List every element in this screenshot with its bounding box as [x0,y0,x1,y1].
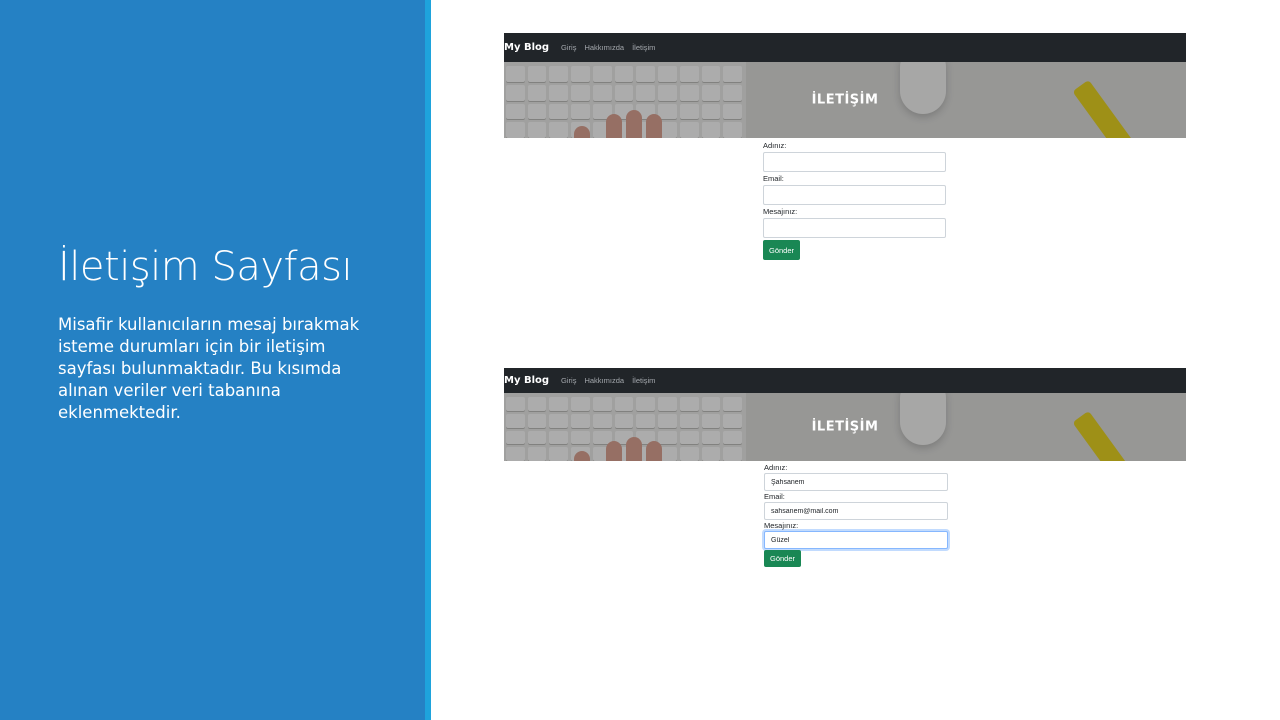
brand-logo[interactable]: My Blog [504,42,549,53]
hero-title: İLETİŞİM [811,92,879,108]
name-input[interactable] [763,152,946,172]
submit-button[interactable]: Gönder [763,240,801,260]
nav-link-hakkimizda[interactable]: Hakkımızda [584,43,624,52]
contact-page-screenshot-empty: My Blog Giriş Hakkımızda İletişim İLETİŞ… [504,33,1186,263]
nav-link-hakkimizda[interactable]: Hakkımızda [584,376,624,385]
nav-link-giris[interactable]: Giriş [561,376,576,385]
hero-title: İLETİŞİM [811,419,879,435]
nav-link-iletisim[interactable]: İletişim [632,376,655,385]
contact-form: Adınız: Email: Mesajınız: Gönder [764,463,948,567]
email-input[interactable] [764,502,948,520]
email-label: Email: [763,174,784,183]
name-input[interactable] [764,473,948,491]
hero-banner: İLETİŞİM [504,393,1186,461]
accent-stripe [425,0,431,720]
slide-body-text: Misafir kullanıcıların mesaj bırakmak is… [58,315,360,422]
nav-link-iletisim[interactable]: İletişim [632,43,655,52]
name-label: Adınız: [764,463,788,472]
message-input[interactable] [764,531,948,549]
navbar: My Blog Giriş Hakkımızda İletişim [504,368,1186,393]
contact-form: Adınız: Email: Mesajınız: Gönder [763,141,946,260]
brand-logo[interactable]: My Blog [504,375,549,386]
slide-left-panel: İletişim Sayfası Misafir kullanıcıların … [0,0,425,720]
contact-page-screenshot-filled: My Blog Giriş Hakkımızda İletişim İLETİŞ… [504,368,1186,574]
hero-banner: İLETİŞİM [504,62,1186,138]
email-label: Email: [764,492,785,501]
message-input[interactable] [763,218,946,238]
navbar: My Blog Giriş Hakkımızda İletişim [504,33,1186,62]
email-input[interactable] [763,185,946,205]
message-label: Mesajınız: [764,521,799,530]
message-label: Mesajınız: [763,207,798,216]
slide-title: İletişim Sayfası [58,244,353,290]
nav-link-giris[interactable]: Giriş [561,43,576,52]
submit-button[interactable]: Gönder [764,550,802,567]
name-label: Adınız: [763,141,787,150]
